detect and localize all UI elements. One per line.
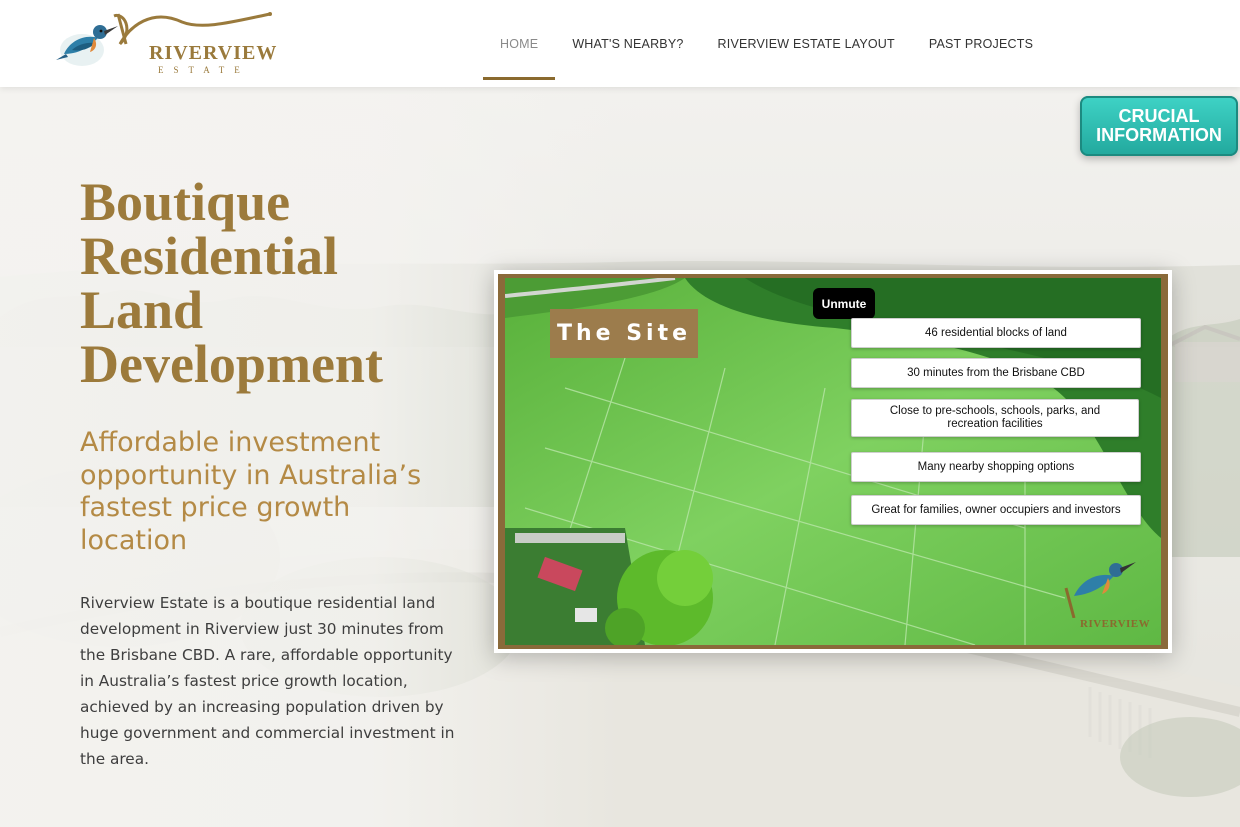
fact-schools-parks: Close to pre-schools, schools, parks, an… bbox=[851, 399, 1139, 437]
video-border: The Site Unmute 46 residential blocks of… bbox=[498, 274, 1168, 649]
crucial-line-2: INFORMATION bbox=[1096, 125, 1222, 145]
hero-title-line-3: Land bbox=[80, 280, 204, 340]
nav-whats-nearby[interactable]: WHAT'S NEARBY? bbox=[555, 0, 700, 87]
hero-description: Riverview Estate is a boutique residenti… bbox=[80, 594, 455, 768]
hero-title-line-2: Residential bbox=[80, 226, 339, 286]
logo-subtext: ESTATE bbox=[158, 65, 250, 75]
video-aerial-image: The Site Unmute 46 residential blocks of… bbox=[505, 278, 1161, 645]
fact-brisbane-cbd: 30 minutes from the Brisbane CBD bbox=[851, 358, 1141, 388]
site-video[interactable]: The Site Unmute 46 residential blocks of… bbox=[494, 270, 1172, 653]
unmute-button[interactable]: Unmute bbox=[813, 288, 875, 319]
hero-title: Boutique Residential Land Development bbox=[80, 175, 480, 391]
fact-shopping: Many nearby shopping options bbox=[851, 452, 1141, 482]
nav-home[interactable]: HOME bbox=[483, 0, 556, 87]
logo-wordmark: RIVERVIEW bbox=[149, 42, 278, 64]
nav-past-projects[interactable]: PAST PROJECTS bbox=[912, 0, 1050, 87]
riverview-logo[interactable]: RIVERVIEW ESTATE bbox=[52, 8, 277, 78]
site-label: The Site bbox=[550, 309, 698, 358]
main-nav: HOME WHAT'S NEARBY? RIVERVIEW ESTATE LAY… bbox=[483, 0, 1050, 87]
crucial-line-1: CRUCIAL bbox=[1118, 106, 1200, 126]
hero-subtitle: Affordable investment opportunity in Aus… bbox=[80, 427, 422, 556]
hero-title-line-1: Boutique bbox=[80, 172, 291, 232]
video-kingfisher-icon bbox=[1064, 562, 1136, 618]
nav-estate-layout[interactable]: RIVERVIEW ESTATE LAYOUT bbox=[701, 0, 912, 87]
site-header: RIVERVIEW ESTATE HOME WHAT'S NEARBY? RIV… bbox=[0, 0, 1240, 87]
hero-title-line-4: Development bbox=[80, 334, 383, 394]
fact-families-investors: Great for families, owner occupiers and … bbox=[851, 495, 1141, 525]
crucial-information-button[interactable]: CRUCIAL INFORMATION bbox=[1080, 96, 1238, 156]
video-watermark: RIVERVIEW bbox=[1080, 618, 1151, 630]
fact-residential-blocks: 46 residential blocks of land bbox=[851, 318, 1141, 348]
